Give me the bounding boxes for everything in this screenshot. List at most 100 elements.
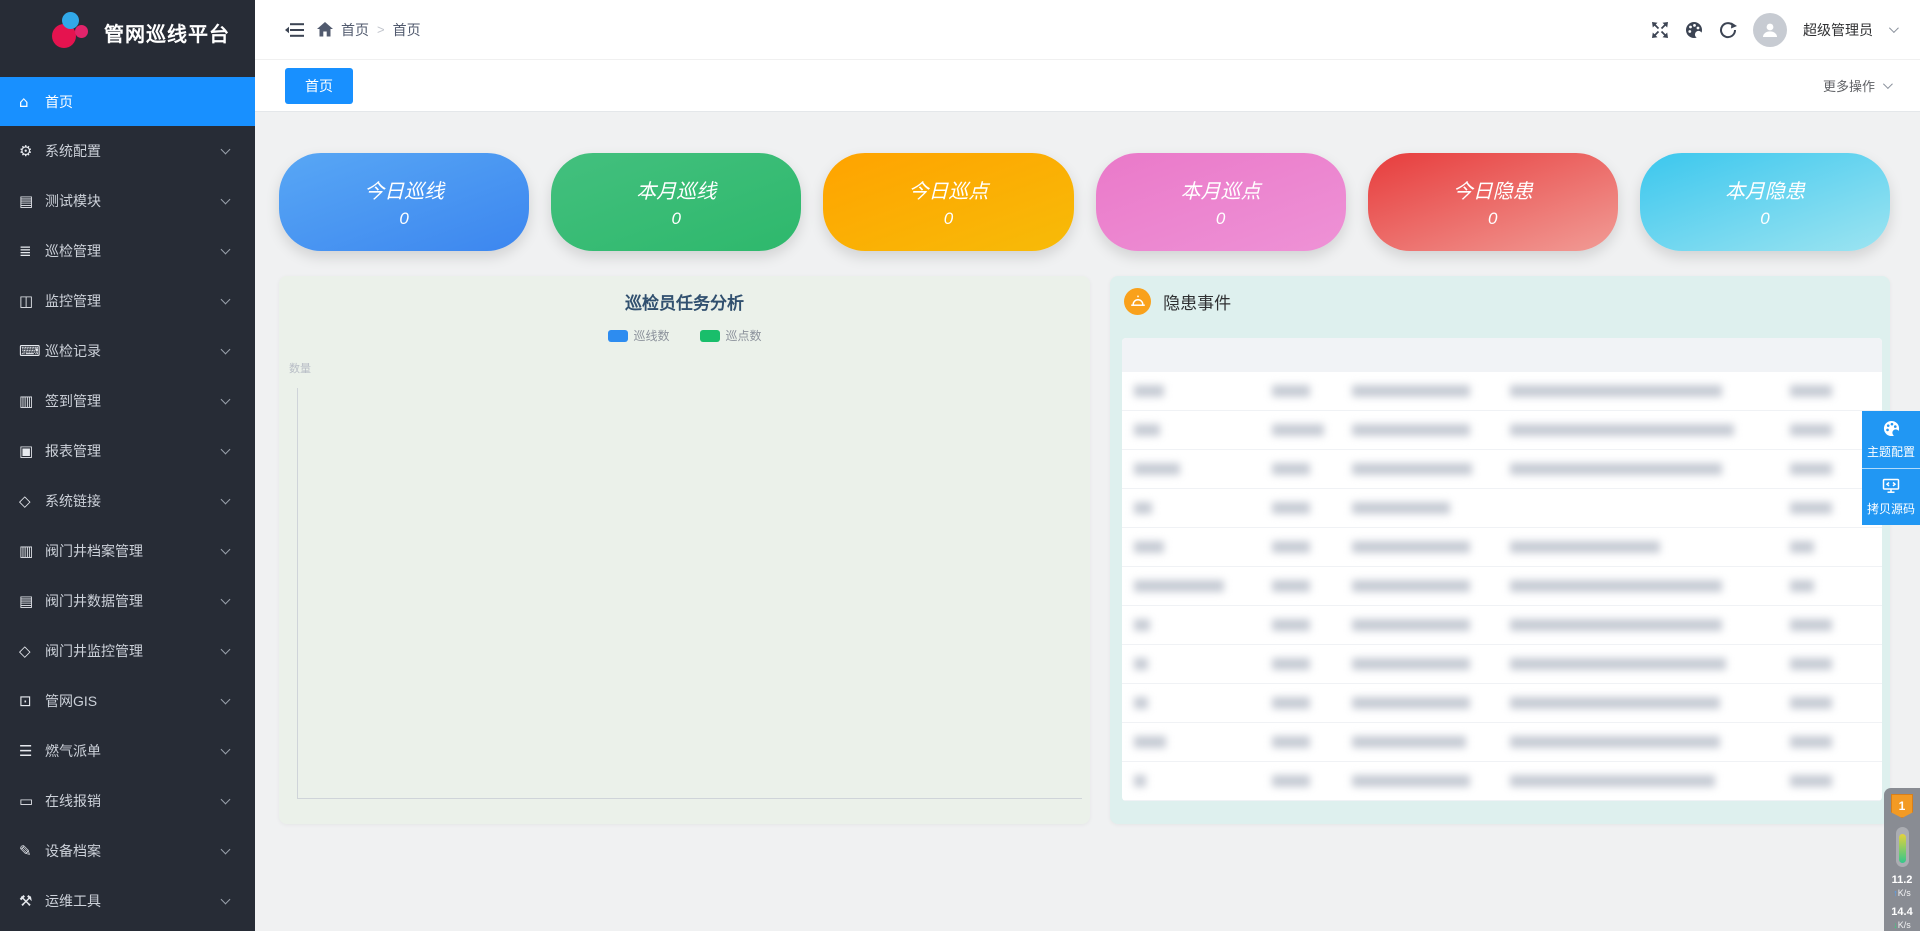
sidebar-item-valve-archive-mgmt[interactable]: ▥ 阀门井档案管理 (0, 526, 255, 576)
fullscreen-icon[interactable] (1651, 21, 1669, 39)
redacted-reporter-cell (1272, 502, 1310, 514)
redacted-title-cell (1134, 697, 1148, 709)
table-row[interactable] (1122, 567, 1882, 606)
redacted-reporter-cell (1272, 775, 1310, 787)
table-row[interactable] (1122, 606, 1882, 645)
redacted-title-cell (1134, 502, 1152, 514)
redacted-location-cell (1510, 736, 1720, 748)
tab-home[interactable]: 首页 (285, 68, 353, 104)
app-logo[interactable]: 管网巡线平台 (0, 0, 255, 64)
refresh-icon[interactable] (1719, 21, 1737, 39)
sidebar-item-valve-data-mgmt[interactable]: ▤ 阀门井数据管理 (0, 576, 255, 626)
redacted-location-cell (1510, 580, 1722, 592)
redacted-title-cell (1134, 619, 1150, 631)
table-row[interactable] (1122, 528, 1882, 567)
sidebar-item-monitor-mgmt[interactable]: ◫ 监控管理 (0, 276, 255, 326)
legend-item-points[interactable]: 巡点数 (700, 327, 762, 344)
redacted-title-cell (1134, 775, 1146, 787)
sidebar-item-gis[interactable]: ⊡ 管网GIS (0, 676, 255, 726)
legend-item-lines[interactable]: 巡线数 (608, 327, 670, 344)
stat-card-label: 今日巡点 (908, 175, 988, 204)
copy-source-label: 拷贝源码 (1867, 500, 1915, 517)
theme-config-label: 主题配置 (1867, 443, 1915, 460)
sidebar-item-online-reimburse[interactable]: ▭ 在线报销 (0, 776, 255, 826)
username[interactable]: 超级管理员 (1803, 20, 1873, 40)
redacted-time-cell (1352, 775, 1470, 787)
sidebar-item-label: 首页 (45, 92, 255, 112)
redacted-time-cell (1352, 385, 1470, 397)
redacted-time-cell (1352, 424, 1470, 436)
table-row[interactable] (1122, 450, 1882, 489)
chart-legend: 巡线数 巡点数 (279, 327, 1090, 344)
stat-card-month-points[interactable]: 本月巡点 0 (1096, 153, 1346, 251)
breadcrumb-current: 首页 (393, 20, 421, 40)
table-row[interactable] (1122, 489, 1882, 528)
stat-card-today-points[interactable]: 今日巡点 0 (823, 153, 1073, 251)
table-row[interactable] (1122, 411, 1882, 450)
home-icon[interactable] (317, 22, 333, 37)
sidebar-item-inspection-records[interactable]: ⌨ 巡检记录 (0, 326, 255, 376)
redacted-title-cell (1134, 424, 1160, 436)
stat-card-value: 0 (672, 209, 681, 229)
chevron-down-icon[interactable] (1889, 23, 1899, 33)
table-row[interactable] (1122, 645, 1882, 684)
sidebar-item-ops-tools[interactable]: ⚒ 运维工具 (0, 876, 255, 926)
redacted-time-cell (1352, 541, 1470, 553)
events-panel-title: 隐患事件 (1163, 289, 1231, 314)
sidebar-item-gas-dispatch[interactable]: ☰ 燃气派单 (0, 726, 255, 776)
upload-speed: 11.2 ↑K/s (1892, 874, 1913, 899)
breadcrumb: 首页 > 首页 (317, 20, 421, 40)
redacted-time-cell (1352, 697, 1470, 709)
home-icon: ⌂ (19, 93, 45, 111)
book-icon: ▥ (19, 392, 45, 410)
breadcrumb-root[interactable]: 首页 (341, 20, 369, 40)
file-edit-icon: ✎ (19, 842, 45, 860)
sidebar-item-checkin-mgmt[interactable]: ▥ 签到管理 (0, 376, 255, 426)
copy-source-button[interactable]: 拷贝源码 (1862, 468, 1920, 525)
redacted-status-cell (1790, 775, 1832, 787)
sidebar-item-system-links[interactable]: ◇ 系统链接 (0, 476, 255, 526)
stat-card-month-lines[interactable]: 本月巡线 0 (551, 153, 801, 251)
redacted-title-cell (1134, 580, 1224, 592)
thermometer-gauge (1896, 827, 1909, 867)
laptop-icon: ⌨ (19, 342, 45, 360)
app-title: 管网巡线平台 (104, 18, 230, 47)
more-operations[interactable]: 更多操作 (1823, 76, 1890, 95)
table-row[interactable] (1122, 372, 1882, 411)
redacted-status-cell (1790, 502, 1832, 514)
redacted-location-cell (1510, 619, 1722, 631)
stat-cards-row: 今日巡线 0 本月巡线 0 今日巡点 0 本月巡点 0 今日隐患 0 本月隐患 … (279, 153, 1890, 251)
palette-icon[interactable] (1685, 21, 1703, 39)
table-row[interactable] (1122, 762, 1882, 801)
sidebar-item-report-mgmt[interactable]: ▣ 报表管理 (0, 426, 255, 476)
sidebar-item-inspection-mgmt[interactable]: ≣ 巡检管理 (0, 226, 255, 276)
redacted-title-cell (1134, 541, 1164, 553)
sidebar-item-valve-monitor-mgmt[interactable]: ◇ 阀门井监控管理 (0, 626, 255, 676)
sidebar-item-home[interactable]: ⌂ 首页 (0, 77, 255, 126)
redacted-time-cell (1352, 502, 1450, 514)
stat-card-today-hazards[interactable]: 今日隐患 0 (1368, 153, 1618, 251)
redacted-reporter-cell (1272, 385, 1310, 397)
avatar[interactable] (1753, 13, 1787, 47)
stat-card-label: 本月巡线 (636, 175, 716, 204)
sidebar-item-test-module[interactable]: ▤ 测试模块 (0, 176, 255, 226)
legend-swatch (700, 330, 720, 342)
sidebar-item-device-archive[interactable]: ✎ 设备档案 (0, 826, 255, 876)
stat-card-today-lines[interactable]: 今日巡线 0 (279, 153, 529, 251)
stat-card-label: 今日隐患 (1453, 175, 1533, 204)
redacted-title-cell (1134, 463, 1180, 475)
collapse-sidebar-icon[interactable] (285, 22, 305, 38)
network-monitor-widget[interactable]: 1 11.2 ↑K/s 14.4 ↓K/s (1884, 788, 1920, 931)
table-row[interactable] (1122, 723, 1882, 762)
tools-icon: ⚒ (19, 892, 45, 910)
report-icon: ▣ (19, 442, 45, 460)
stat-card-label: 今日巡线 (364, 175, 444, 204)
topbar: 首页 > 首页 (255, 0, 1920, 60)
tasks-icon: ☰ (19, 742, 45, 760)
gear-icon: ⚙ (19, 142, 45, 160)
theme-config-button[interactable]: 主题配置 (1862, 411, 1920, 468)
stat-card-month-hazards[interactable]: 本月隐患 0 (1640, 153, 1890, 251)
table-row[interactable] (1122, 684, 1882, 723)
sidebar-item-system-config[interactable]: ⚙ 系统配置 (0, 126, 255, 176)
redacted-reporter-cell (1272, 736, 1310, 748)
